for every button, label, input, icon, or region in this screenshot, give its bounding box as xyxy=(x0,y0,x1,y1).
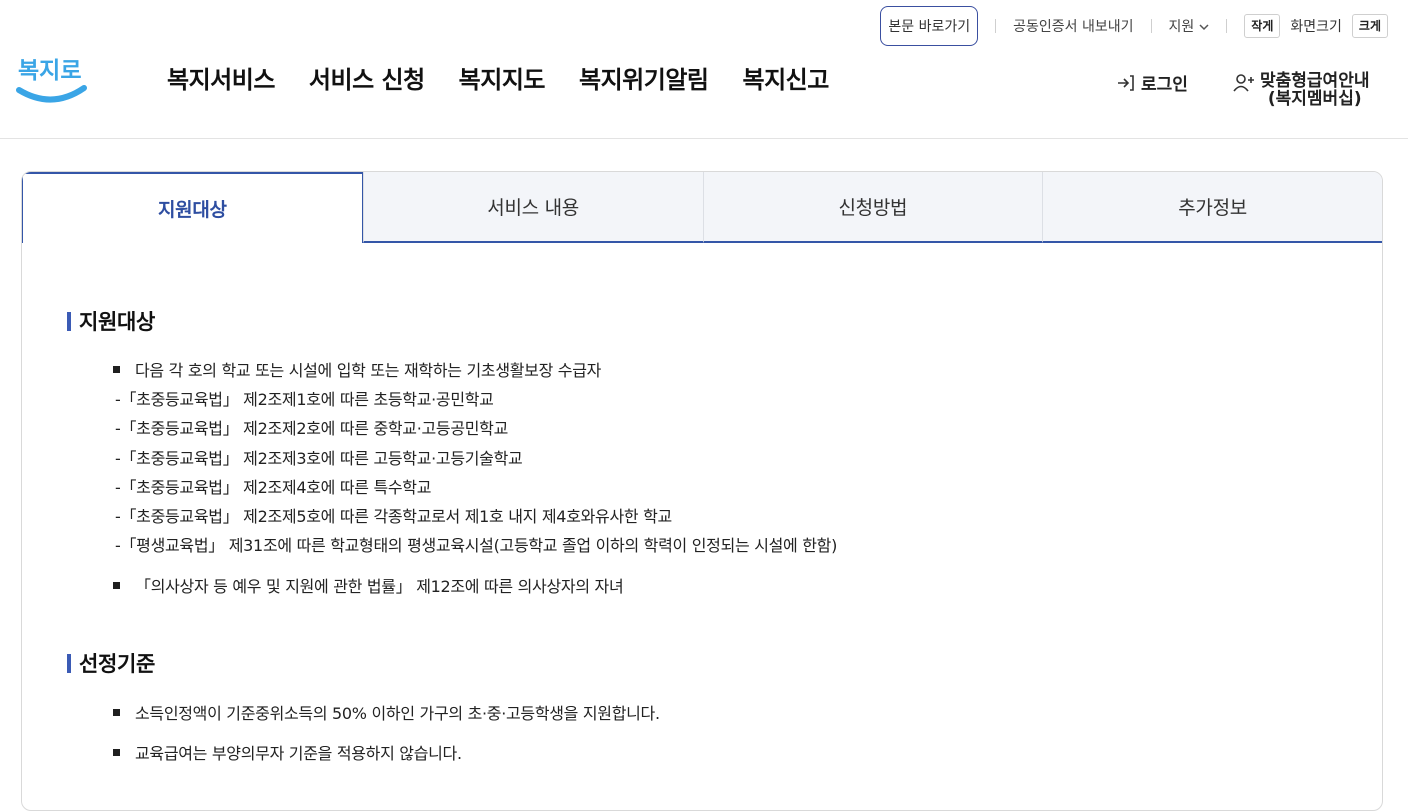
membership-line2: (복지멤버십) xyxy=(1267,89,1362,109)
bullet-icon xyxy=(113,581,120,589)
section-title-target: 지원대상 xyxy=(67,306,155,336)
cert-export-link[interactable]: 공동인증서 내보내기 xyxy=(1013,16,1133,36)
nav-welfare-service[interactable]: 복지서비스 xyxy=(167,60,275,95)
login-label: 로그인 xyxy=(1141,75,1188,95)
divider xyxy=(1226,19,1228,33)
tab-apply-method[interactable]: 신청방법 xyxy=(702,172,1043,243)
chevron-down-icon xyxy=(1199,23,1209,30)
utility-bar: 본문 바로가기 공동인증서 내보내기 지원 작게 화면크기 크게 xyxy=(880,5,1388,47)
skip-to-content-button[interactable]: 본문 바로가기 xyxy=(880,6,979,46)
logo-mark: 복지로 xyxy=(16,58,87,103)
membership-line1: 맞춤형급여안내 xyxy=(1260,71,1370,91)
list-item: 다음 각 호의 학교 또는 시설에 입학 또는 재학하는 기초생활보장 수급자 xyxy=(113,357,601,381)
bokjiro-logo[interactable]: 복지로 xyxy=(14,48,92,110)
tab-service-content[interactable]: 서비스 내용 xyxy=(362,172,703,243)
bullet-icon xyxy=(113,748,120,756)
sub-list-item: -「초중등교육법」 제2조제5호에 따른 각종학교로서 제1호 내지 제4호와유… xyxy=(115,507,672,526)
sub-list-item: -「초중등교육법」 제2조제2호에 따른 중학교·고등공민학교 xyxy=(115,419,509,438)
membership-label: 맞춤형급여안내 (복지멤버십) xyxy=(1260,72,1369,108)
nav-crisis-alert[interactable]: 복지위기알림 xyxy=(579,60,709,95)
header-divider xyxy=(0,138,1408,139)
text-larger-button[interactable]: 크게 xyxy=(1351,14,1388,38)
membership-button[interactable]: 맞춤형급여안내 (복지멤버십) xyxy=(1233,72,1369,108)
nav-welfare-report[interactable]: 복지신고 xyxy=(742,60,829,95)
bullet-icon xyxy=(113,365,120,373)
sub-list-item: -「초중등교육법」 제2조제3호에 따른 고등학교·고등기술학교 xyxy=(115,449,523,468)
section-marker xyxy=(67,311,71,331)
list-item-text: 소득인정액이 기준중위소득의 50% 이하인 가구의 초·중·고등학생을 지원합… xyxy=(135,704,660,723)
section-title-text: 지원대상 xyxy=(79,310,156,334)
list-item-text: 「의사상자 등 예우 및 지원에 관한 법률」 제12조에 따른 의사상자의 자… xyxy=(135,577,624,596)
sub-list-item: -「평생교육법」 제31조에 따른 학교형태의 평생교육시설(고등학교 졸업 이… xyxy=(115,536,838,555)
tab-additional-info[interactable]: 추가정보 xyxy=(1042,172,1382,243)
divider xyxy=(995,19,997,33)
login-button[interactable]: 로그인 xyxy=(1116,70,1188,95)
list-item-text: 다음 각 호의 학교 또는 시설에 입학 또는 재학하는 기초생활보장 수급자 xyxy=(135,361,602,380)
sub-list-item: -「초중등교육법」 제2조제4호에 따른 특수학교 xyxy=(115,478,432,497)
sub-list-item: -「초중등교육법」 제2조제1호에 따른 초등학교·공민학교 xyxy=(115,390,494,409)
divider xyxy=(1150,19,1152,33)
main-nav: 복지서비스 서비스 신청 복지지도 복지위기알림 복지신고 xyxy=(167,60,863,95)
service-detail-panel: 지원대상 서비스 내용 신청방법 추가정보 지원대상 다음 각 호의 학교 또는… xyxy=(21,171,1383,811)
section-title-text: 선정기준 xyxy=(79,652,156,676)
user-add-icon xyxy=(1233,74,1254,92)
section-marker xyxy=(67,653,71,673)
text-smaller-button[interactable]: 작게 xyxy=(1244,14,1281,38)
section-title-criteria: 선정기준 xyxy=(67,648,155,678)
tab-support-target[interactable]: 지원대상 xyxy=(22,172,363,243)
list-item: 교육급여는 부양의무자 기준을 적용하지 않습니다. xyxy=(113,740,462,764)
bullet-icon xyxy=(113,708,120,716)
nav-welfare-map[interactable]: 복지지도 xyxy=(459,60,546,95)
tab-bar: 지원대상 서비스 내용 신청방법 추가정보 xyxy=(22,172,1382,243)
screen-size-label: 화면크기 xyxy=(1290,19,1342,35)
nav-service-apply[interactable]: 서비스 신청 xyxy=(309,60,425,95)
list-item: 「의사상자 등 예우 및 지원에 관한 법률」 제12조에 따른 의사상자의 자… xyxy=(113,573,624,597)
support-label: 지원 xyxy=(1168,19,1195,35)
list-item: 소득인정액이 기준중위소득의 50% 이하인 가구의 초·중·고등학생을 지원합… xyxy=(113,700,660,724)
logo-text: 복지로 xyxy=(18,58,81,84)
login-icon xyxy=(1118,74,1134,91)
list-item-text: 교육급여는 부양의무자 기준을 적용하지 않습니다. xyxy=(135,744,462,763)
support-dropdown[interactable]: 지원 xyxy=(1169,16,1210,36)
